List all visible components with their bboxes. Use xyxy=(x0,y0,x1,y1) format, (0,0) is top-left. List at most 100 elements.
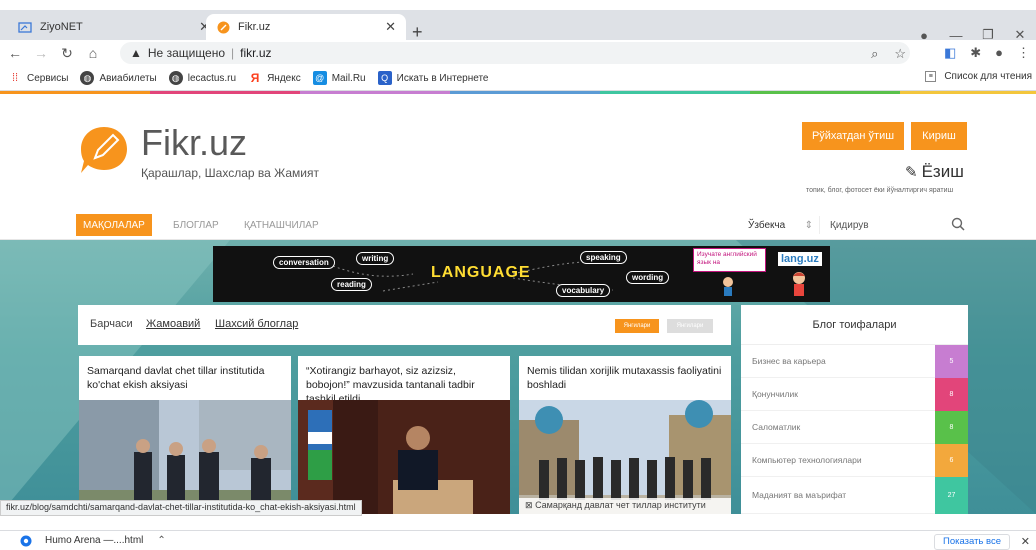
bookmark-services[interactable]: ⁞⁞ Сервисы xyxy=(8,71,69,85)
chrome-file-icon xyxy=(20,535,32,546)
close-tab-icon[interactable]: ✕ xyxy=(385,19,396,35)
bookmark-star-icon[interactable]: ☆ xyxy=(894,46,906,62)
category-count: 6 xyxy=(935,444,968,477)
category-label: Бизнес ва карьера xyxy=(752,356,826,366)
address-bar[interactable]: ▲ Не защищено | fikr.uz ⌕ ☆ xyxy=(120,42,910,64)
article-image[interactable] xyxy=(298,400,510,514)
web-page: Fikr.uz Қарашлар, Шахслар ва Жамият Рўйх… xyxy=(0,94,1036,514)
articles-filter-panel: Барчаси Жамоавий Шахсий блоглар Янгилари… xyxy=(78,305,731,345)
banner-character-icon xyxy=(721,276,735,298)
reload-button[interactable]: ↻ xyxy=(56,45,78,62)
search-input[interactable]: Қидирув xyxy=(830,220,869,231)
close-download-bar-icon[interactable]: ✕ xyxy=(1021,535,1030,548)
category-count: 5 xyxy=(935,345,968,378)
blog-category-item[interactable]: Маданият ва маърифат 27 xyxy=(741,477,968,514)
menu-dots-icon[interactable]: ⋮ xyxy=(1017,45,1030,61)
profile-icon[interactable]: ● xyxy=(995,45,1003,61)
chevron-up-icon[interactable]: ⌃ xyxy=(157,535,165,546)
blog-category-item[interactable]: Бизнес ва карьера 5 xyxy=(741,345,968,378)
banner-pill: vocabulary xyxy=(556,284,611,297)
banner-ad-text: Изучате английский язык на xyxy=(693,248,766,272)
bookmark-label: Mail.Ru xyxy=(331,72,366,84)
puzzle-icon[interactable]: ✱ xyxy=(970,45,981,61)
language-select[interactable]: Ўзбекча ⇕ xyxy=(748,216,820,234)
filter-tab-personal[interactable]: Шахсий блоглар xyxy=(215,318,298,330)
tab-ziyonet[interactable]: ZiyoNET ✕ xyxy=(8,14,214,40)
security-label[interactable]: Не защищено xyxy=(148,46,225,60)
banner-pill: conversation xyxy=(273,256,335,269)
main-menu: МАҚОЛАЛАР БЛОГЛАР ҚАТНАШЧИЛАР Ўзбекча ⇕ … xyxy=(0,210,1036,240)
bookmark-search[interactable]: Q Искать в Интернете xyxy=(377,71,489,85)
category-label: Қонунчилик xyxy=(752,389,798,399)
article-title[interactable]: “Xotirangiz barhayot, siz azizsiz, boboj… xyxy=(298,356,510,405)
article-title[interactable]: Samarqand davlat chet tillar institutida… xyxy=(79,356,291,400)
fikr-favicon xyxy=(216,20,230,34)
site-title[interactable]: Fikr.uz xyxy=(141,122,247,164)
bookmark-label: Яндекс xyxy=(267,72,301,84)
address-host[interactable]: fikr.uz xyxy=(240,46,271,60)
article-image[interactable] xyxy=(79,400,291,514)
menu-item-articles[interactable]: МАҚОЛАЛАР xyxy=(76,214,152,236)
bookmark-label: Сервисы xyxy=(27,72,69,84)
globe-icon: ◍ xyxy=(168,71,183,85)
tab-fikr[interactable]: Fikr.uz ✕ xyxy=(206,14,406,40)
banner-pill: reading xyxy=(331,278,372,291)
banner-pill: writing xyxy=(356,252,395,265)
forward-button[interactable]: → xyxy=(30,45,52,61)
bookmark-label: lecactus.ru xyxy=(187,72,237,84)
address-actions: ⌕ ☆ xyxy=(871,46,906,62)
download-file-name[interactable]: Humo Arena —....html xyxy=(45,535,143,546)
menu-item-blogs[interactable]: БЛОГЛАР xyxy=(166,214,226,236)
bookmark-yandex[interactable]: Я Яндекс xyxy=(248,71,301,85)
warning-icon[interactable]: ▲ xyxy=(130,46,142,60)
banner-pill: wording xyxy=(626,271,670,284)
category-count: 8 xyxy=(935,378,968,411)
site-search[interactable]: Қидирув xyxy=(826,214,971,236)
blog-categories-panel: Блог тоифалари Бизнес ва карьера 5 Қонун… xyxy=(741,305,968,514)
article-image[interactable]: ⊠ Самарқанд давлат чет тиллар институти xyxy=(519,400,731,514)
camera-icon: ⊠ xyxy=(525,500,533,510)
logo-icon[interactable] xyxy=(78,124,128,174)
toolbar: ← → ↻ ⌂ ▲ Не защищено | fikr.uz ⌕ ☆ ◧ ✱ … xyxy=(0,40,1036,66)
site-header: Fikr.uz Қарашлар, Шахслар ва Жамият Рўйх… xyxy=(0,94,1036,210)
search-icon[interactable] xyxy=(951,217,965,231)
ad-banner[interactable]: conversation writing reading speaking wo… xyxy=(213,246,830,302)
window-top-edge xyxy=(0,0,1036,10)
tab-label: Fikr.uz xyxy=(238,21,271,33)
banner-pill: speaking xyxy=(580,251,627,264)
article-card[interactable]: “Xotirangiz barhayot, siz azizsiz, boboj… xyxy=(298,356,510,514)
blog-category-item[interactable]: Компьютер технологиялари 6 xyxy=(741,444,968,477)
bookmark-mailru[interactable]: @ Mail.Ru xyxy=(312,71,366,85)
language-value: Ўзбекча xyxy=(748,219,786,231)
sort-new-button[interactable]: Янгилари xyxy=(615,319,659,333)
filter-tab-collective[interactable]: Жамоавий xyxy=(146,318,200,330)
write-button[interactable]: ✎ Ёзиш xyxy=(905,162,964,182)
reading-list-button[interactable]: ≡ Список для чтения xyxy=(925,71,1032,82)
login-button[interactable]: Кириш xyxy=(911,122,967,150)
address-separator: | xyxy=(231,46,235,60)
blog-category-item[interactable]: Қонунчилик 8 xyxy=(741,378,968,411)
extensions-area: ◧ ✱ ● ⋮ xyxy=(944,45,1030,61)
tab-strip: ZiyoNET ✕ Fikr.uz ✕ + ● — ❐ ✕ xyxy=(0,10,1036,43)
menu-item-members[interactable]: ҚАТНАШЧИЛАР xyxy=(237,214,326,236)
sort-other-button[interactable]: Янгилари xyxy=(667,319,713,333)
bookmark-aviabilety[interactable]: ◍ Авиабилеты xyxy=(80,71,157,85)
bookmark-lecactus[interactable]: ◍ lecactus.ru xyxy=(168,71,237,85)
banner-character-icon xyxy=(791,271,807,299)
reading-list-label: Список для чтения xyxy=(944,71,1032,82)
category-count: 8 xyxy=(935,411,968,444)
blog-category-item[interactable]: Саломатлик 8 xyxy=(741,411,968,444)
write-subtitle: топик, блог, фотосет ёки йўналтиргич яра… xyxy=(806,187,954,194)
register-button[interactable]: Рўйхатдан ўтиш xyxy=(802,122,904,150)
filter-tab-all[interactable]: Барчаси xyxy=(90,318,133,330)
back-button[interactable]: ← xyxy=(4,45,26,61)
apps-grid-icon: ⁞⁞ xyxy=(11,72,19,84)
extension-icon[interactable]: ◧ xyxy=(944,45,956,61)
article-title[interactable]: Nemis tilidan xorijlik mutaxassis faoliy… xyxy=(519,356,731,400)
zoom-icon[interactable]: ⌕ xyxy=(871,46,878,62)
globe-icon: ◍ xyxy=(80,71,95,85)
article-card[interactable]: Nemis tilidan xorijlik mutaxassis faoliy… xyxy=(519,356,731,514)
article-card[interactable]: Samarqand davlat chet tillar institutida… xyxy=(79,356,291,514)
home-button[interactable]: ⌂ xyxy=(82,45,104,61)
show-all-downloads-button[interactable]: Показать все xyxy=(934,534,1010,550)
